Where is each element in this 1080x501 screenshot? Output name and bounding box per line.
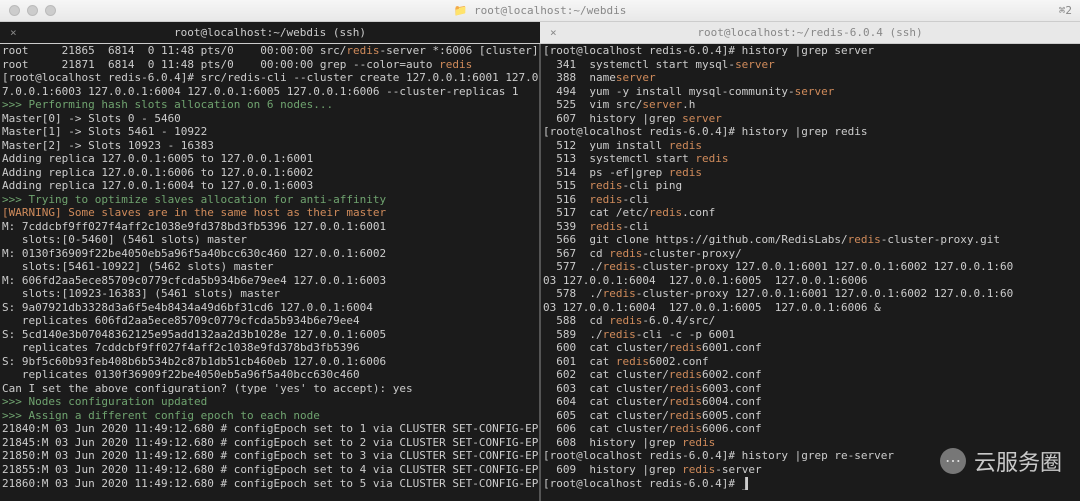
tab-bar: × root@localhost:~/webdis (ssh) × root@l… xyxy=(0,22,1080,44)
wechat-icon: ⋯ xyxy=(940,448,966,474)
close-icon[interactable]: × xyxy=(550,26,557,39)
traffic-lights xyxy=(0,5,56,16)
window-shortcut: ⌘2 xyxy=(1059,4,1072,17)
window-titlebar: 📁 root@localhost:~/webdis ⌘2 xyxy=(0,0,1080,22)
tab-label: root@localhost:~/webdis (ssh) xyxy=(174,26,366,39)
watermark-text: 云服务圈 xyxy=(974,445,1062,477)
folder-icon: 📁 xyxy=(454,4,468,17)
tab-left[interactable]: × root@localhost:~/webdis (ssh) xyxy=(0,22,540,43)
watermark: ⋯ 云服务圈 xyxy=(940,445,1062,477)
tab-label: root@localhost:~/redis-6.0.4 (ssh) xyxy=(697,26,922,39)
zoom-icon[interactable] xyxy=(45,5,56,16)
terminal-right[interactable]: [root@localhost redis-6.0.4]# history |g… xyxy=(541,44,1080,501)
close-icon[interactable]: × xyxy=(10,26,17,39)
tab-right[interactable]: × root@localhost:~/redis-6.0.4 (ssh) xyxy=(540,22,1080,43)
minimize-icon[interactable] xyxy=(27,5,38,16)
close-icon[interactable] xyxy=(9,5,20,16)
split-panes: root 21865 6814 0 11:48 pts/0 00:00:00 s… xyxy=(0,44,1080,501)
window-title: 📁 root@localhost:~/webdis xyxy=(454,4,627,17)
terminal-left[interactable]: root 21865 6814 0 11:48 pts/0 00:00:00 s… xyxy=(0,44,541,501)
